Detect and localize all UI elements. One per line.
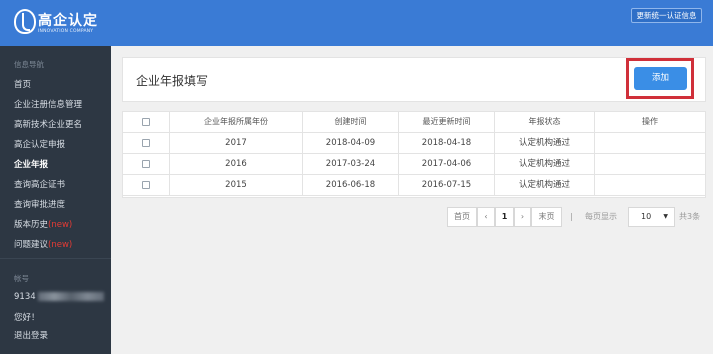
cell-created: 2016-06-18 bbox=[303, 175, 399, 195]
cell-status: 认定机构通过 bbox=[495, 154, 595, 174]
account-id: 9134 bbox=[14, 292, 36, 302]
update-unified-auth-button[interactable]: 更新统一认证信息 bbox=[631, 8, 702, 23]
sidebar-item-version-history[interactable]: 版本历史(new) bbox=[14, 218, 72, 230]
row-checkbox[interactable] bbox=[142, 159, 150, 168]
brand-subtitle: INNOVATION COMPANY bbox=[38, 29, 94, 34]
sidebar-item-label: 高新技术企业更名 bbox=[14, 120, 83, 130]
prev-page-button[interactable]: ‹ bbox=[477, 207, 495, 227]
current-page[interactable]: 1 bbox=[495, 207, 514, 227]
next-page-button[interactable]: › bbox=[514, 207, 531, 227]
nav-section-title: 信息导航 bbox=[14, 60, 44, 69]
row-select-cell[interactable] bbox=[123, 175, 170, 195]
sidebar-item-label: 高企认定申报 bbox=[14, 140, 66, 150]
sidebar-item-certification[interactable]: 高企认定申报 bbox=[14, 138, 65, 150]
column-header-created: 创建时间 bbox=[303, 112, 399, 132]
sidebar-item-label: 查询高企证书 bbox=[14, 180, 66, 190]
column-header-actions: 操作 bbox=[642, 117, 658, 126]
sidebar-item-home[interactable]: 首页 bbox=[14, 78, 31, 90]
page-title: 企业年报填写 bbox=[136, 74, 209, 88]
cell-created: 2017-03-24 bbox=[303, 154, 399, 174]
per-page-select[interactable]: 10 ▼ bbox=[628, 207, 675, 227]
greeting-text: 您好！ bbox=[14, 313, 40, 323]
cell-updated: 2017-04-06 bbox=[399, 154, 495, 174]
sidebar-item-label: 问题建议 bbox=[14, 240, 49, 250]
account-id-redacted bbox=[38, 292, 104, 301]
caret-down-icon: ▼ bbox=[663, 213, 668, 220]
sidebar-item-label: 企业注册信息管理 bbox=[14, 100, 83, 110]
column-header-year: 企业年报所属年份 bbox=[170, 112, 303, 132]
last-page-button[interactable]: 末页 bbox=[531, 207, 562, 227]
sidebar-item-registration[interactable]: 企业注册信息管理 bbox=[14, 98, 82, 110]
sidebar-item-certificate[interactable]: 查询高企证书 bbox=[14, 178, 65, 190]
table-header-row: 企业年报所属年份 创建时间 最近更新时间 年报状态 操作 bbox=[123, 112, 705, 133]
column-header-status: 年报状态 bbox=[495, 112, 595, 132]
cell-year: 2015 bbox=[170, 175, 303, 195]
sidebar-item-annual-report[interactable]: 企业年报 bbox=[14, 158, 48, 170]
logout-link[interactable]: 退出登录 bbox=[14, 329, 48, 341]
sidebar-item-label: 首页 bbox=[14, 80, 32, 90]
row-select-cell[interactable] bbox=[123, 133, 170, 153]
account-section-title: 帐号 bbox=[14, 274, 29, 283]
cell-updated: 2016-07-15 bbox=[399, 175, 495, 195]
table-row[interactable]: 2017 2018-04-09 2018-04-18 认定机构通过 bbox=[123, 133, 705, 154]
cell-year: 2017 bbox=[170, 133, 303, 153]
new-badge: (new) bbox=[48, 240, 73, 250]
cell-updated: 2018-04-18 bbox=[399, 133, 495, 153]
cell-status: 认定机构通过 bbox=[495, 133, 595, 153]
row-checkbox[interactable] bbox=[142, 138, 150, 147]
sidebar-item-rename[interactable]: 高新技术企业更名 bbox=[14, 118, 82, 130]
sidebar-item-progress[interactable]: 查询审批进度 bbox=[14, 198, 65, 210]
table-row[interactable]: 2016 2017-03-24 2017-04-06 认定机构通过 bbox=[123, 154, 705, 175]
sidebar-item-label: 企业年报 bbox=[14, 160, 49, 170]
brand-title: 高企认定 bbox=[38, 13, 98, 29]
logo-mark-icon bbox=[14, 9, 36, 34]
per-page-label: 每页显示 bbox=[585, 212, 617, 221]
annual-report-panel-header: 企业年报填写 添加 bbox=[122, 57, 706, 102]
cell-actions bbox=[595, 154, 705, 174]
total-count: 共3条 bbox=[679, 212, 701, 221]
row-select-cell[interactable] bbox=[123, 154, 170, 174]
sidebar-item-feedback[interactable]: 问题建议(new) bbox=[14, 238, 72, 250]
sidebar-divider bbox=[0, 258, 111, 259]
add-button[interactable]: 添加 bbox=[634, 67, 687, 90]
table-row[interactable]: 2015 2016-06-18 2016-07-15 认定机构通过 bbox=[123, 175, 705, 196]
cell-year: 2016 bbox=[170, 154, 303, 174]
cell-status: 认定机构通过 bbox=[495, 175, 595, 195]
cell-actions bbox=[595, 175, 705, 195]
sidebar-item-label: 版本历史 bbox=[14, 220, 49, 230]
cell-created: 2018-04-09 bbox=[303, 133, 399, 153]
annual-report-table: 企业年报所属年份 创建时间 最近更新时间 年报状态 操作 2017 2018-0… bbox=[122, 111, 706, 198]
brand-logo[interactable]: 高企认定 INNOVATION COMPANY bbox=[0, 0, 111, 46]
select-all-checkbox[interactable] bbox=[142, 117, 150, 126]
column-header-updated: 最近更新时间 bbox=[399, 112, 495, 132]
first-page-button[interactable]: 首页 bbox=[447, 207, 477, 227]
pagination-separator: | bbox=[570, 212, 573, 221]
per-page-value: 10 bbox=[641, 212, 652, 221]
cell-actions bbox=[595, 133, 705, 153]
row-checkbox[interactable] bbox=[142, 180, 150, 189]
sidebar-item-label: 查询审批进度 bbox=[14, 200, 66, 210]
select-all-cell[interactable] bbox=[123, 112, 170, 132]
new-badge: (new) bbox=[48, 220, 73, 230]
